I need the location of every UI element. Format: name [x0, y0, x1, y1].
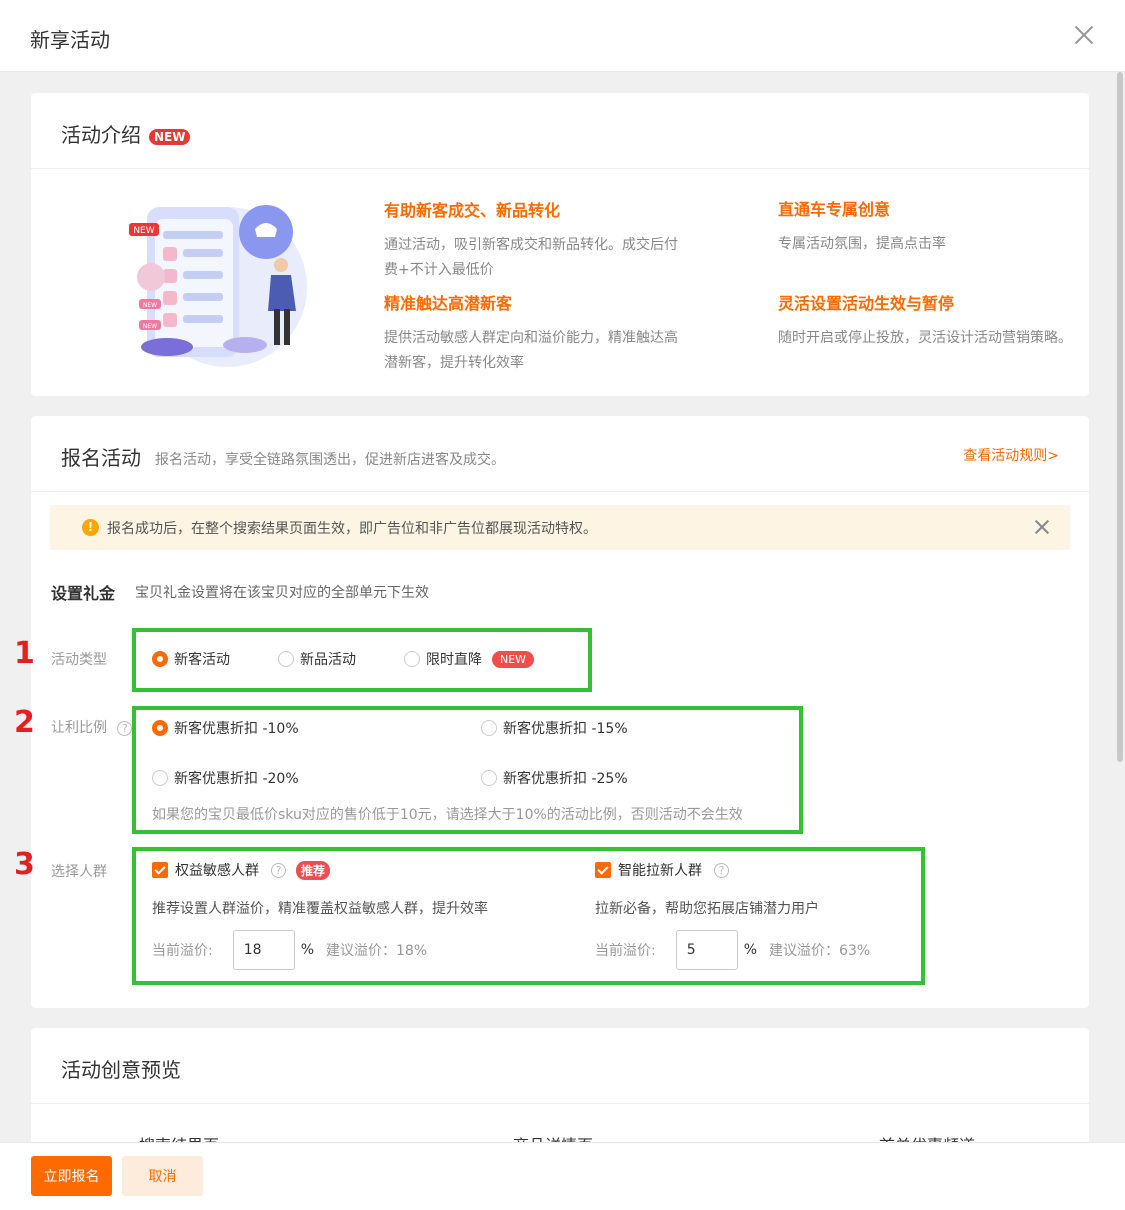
radio-label: 新客优惠折扣 -10% [174, 721, 299, 737]
notice-text: 报名成功后，在整个搜索结果页面生效，即广告位和非广告位都展现活动特权。 [107, 521, 597, 537]
modal-footer: 立即报名 取消 [0, 1142, 1125, 1210]
radio-flash-sale[interactable]: 限时直降 NEW [404, 649, 535, 669]
radio-label: 新客优惠折扣 -15% [503, 721, 628, 737]
signup-desc: 报名活动，享受全链路氛围透出，促进新店进客及成交。 [155, 452, 505, 468]
percent-unit: % [743, 942, 758, 958]
gift-desc: 宝贝礼金设置将在该宝贝对应的全部单元下生效 [135, 585, 429, 601]
feature-title: 灵活设置活动生效与暂停 [778, 294, 955, 313]
radio-discount-20[interactable]: 新客优惠折扣 -20% [152, 768, 299, 788]
radio-label: 新客优惠折扣 -20% [174, 771, 299, 787]
feature-flexible: 灵活设置活动生效与暂停 随时开启或停止投放，灵活设计活动营销策略。 [778, 290, 1078, 351]
illustration-badge-3: NEW [143, 323, 157, 330]
submit-button[interactable]: 立即报名 [31, 1156, 112, 1196]
radio-label: 新品活动 [300, 652, 356, 668]
intro-title-text: 活动介绍 [61, 123, 141, 147]
radio-new-customer[interactable]: 新客活动 [152, 649, 230, 669]
smart-crowd-desc: 拉新必备，帮助您拓展店铺潜力用户 [595, 901, 819, 917]
radio-dot [278, 651, 294, 667]
intro-illustration: NEW NEW NEW [129, 205, 307, 367]
recommend-badge: 推荐 [296, 860, 331, 880]
sensitive-crowd-desc: 推荐设置人群溢价，精准覆盖权益敏感人群，提升效率 [152, 901, 488, 917]
radio-discount-10[interactable]: 新客优惠折扣 -10% [152, 718, 299, 738]
radio-dot [152, 651, 168, 667]
premium-label: 当前溢价: [595, 943, 656, 959]
radio-label: 新客优惠折扣 -25% [503, 771, 628, 787]
radio-dot [404, 651, 420, 667]
premium-label: 当前溢价: [152, 943, 213, 959]
marker-3: 3 [14, 847, 35, 882]
feature-title: 精准触达高潜新客 [384, 294, 513, 313]
checkbox-icon [152, 862, 168, 878]
checkbox-smart-crowd[interactable]: 智能拉新人群 ? [595, 860, 729, 880]
gift-title: 设置礼金 [51, 584, 116, 603]
radio-dot [152, 770, 168, 786]
modal-header: 新享活动 [0, 0, 1125, 72]
discount-label: 让利比例 ? [51, 717, 133, 737]
discount-hint: 如果您的宝贝最低价sku对应的售价低于10元，请选择大于10%的活动比例，否则活… [152, 807, 743, 823]
checkbox-sensitive-crowd[interactable]: 权益敏感人群 ? 推荐 [152, 860, 331, 880]
smart-premium-row: 当前溢价: % 建议溢价：63% [595, 930, 870, 970]
warning-icon: ! [82, 519, 99, 536]
sensitive-premium-row: 当前溢价: % 建议溢价：18% [152, 930, 427, 970]
suggested-premium: 建议溢价：63% [769, 943, 871, 959]
modal-title: 新享活动 [30, 28, 110, 52]
checkbox-label: 权益敏感人群 [175, 863, 259, 879]
marker-1: 1 [14, 636, 35, 671]
help-icon[interactable]: ? [271, 862, 286, 878]
close-icon[interactable] [1071, 22, 1097, 48]
intro-card: 活动介绍 NEW NEW NEW NEW 有助新客成交、新品转化 通过活动，吸引新… [31, 93, 1089, 396]
illustration-badge-2: NEW [143, 302, 157, 309]
feature-desc: 专属活动氛围，提高点击率 [778, 236, 946, 252]
feature-title: 有助新客成交、新品转化 [384, 201, 561, 220]
preview-header: 活动创意预览 [31, 1028, 1089, 1104]
radio-dot [481, 770, 497, 786]
feature-desc: 提供活动敏感人群定向和溢价能力，精准触达高潜新客，提升转化效率 [384, 330, 678, 371]
discount-label-text: 让利比例 [51, 720, 107, 736]
intro-header: 活动介绍 NEW [31, 93, 1089, 169]
crowd-label: 选择人群 [51, 864, 107, 880]
radio-dot [481, 720, 497, 736]
radio-discount-15[interactable]: 新客优惠折扣 -15% [481, 718, 628, 738]
help-icon[interactable]: ? [117, 720, 133, 736]
intro-title: 活动介绍 NEW [61, 119, 191, 148]
radio-label: 新客活动 [174, 652, 230, 668]
rules-link[interactable]: 查看活动规则> [963, 445, 1059, 465]
radio-label: 限时直降 [426, 652, 482, 668]
signup-header: 报名活动 报名活动，享受全链路氛围透出，促进新店进客及成交。 查看活动规则> [31, 416, 1089, 492]
checkbox-label: 智能拉新人群 [618, 863, 702, 879]
scrollbar[interactable] [1117, 72, 1123, 762]
signup-card: 报名活动 报名活动，享受全链路氛围透出，促进新店进客及成交。 查看活动规则> !… [14, 416, 1089, 1008]
premium-input[interactable] [232, 930, 295, 970]
feature-desc: 随时开启或停止投放，灵活设计活动营销策略。 [778, 330, 1072, 346]
radio-new-product[interactable]: 新品活动 [278, 649, 356, 669]
percent-unit: % [300, 942, 315, 958]
new-badge: NEW [492, 650, 535, 668]
checkbox-icon [595, 862, 611, 878]
feature-targeting: 精准触达高潜新客 提供活动敏感人群定向和溢价能力，精准触达高潜新客，提升转化效率 [384, 290, 684, 376]
marker-2: 2 [14, 705, 35, 740]
signup-title: 报名活动 [61, 446, 141, 470]
radio-discount-25[interactable]: 新客优惠折扣 -25% [481, 768, 628, 788]
suggested-premium: 建议溢价：18% [326, 943, 428, 959]
illustration-badge-1: NEW [133, 226, 154, 236]
preview-title: 活动创意预览 [61, 1058, 181, 1082]
feature-title: 直通车专属创意 [778, 200, 891, 219]
help-icon[interactable]: ? [714, 862, 729, 878]
premium-input[interactable] [675, 930, 738, 970]
new-badge: NEW [149, 128, 191, 145]
activity-type-label: 活动类型 [51, 652, 107, 668]
feature-new-customer: 有助新客成交、新品转化 通过活动，吸引新客成交和新品转化。成交后付费+不计入最低… [384, 197, 684, 283]
notice-bar: ! 报名成功后，在整个搜索结果页面生效，即广告位和非广告位都展现活动特权。 [50, 505, 1070, 550]
feature-desc: 通过活动，吸引新客成交和新品转化。成交后付费+不计入最低价 [384, 237, 678, 278]
notice-close-icon[interactable] [1032, 517, 1052, 537]
feature-creative: 直通车专属创意 专属活动氛围，提高点击率 [778, 196, 1078, 257]
radio-dot [152, 720, 168, 736]
cancel-button[interactable]: 取消 [122, 1156, 203, 1196]
